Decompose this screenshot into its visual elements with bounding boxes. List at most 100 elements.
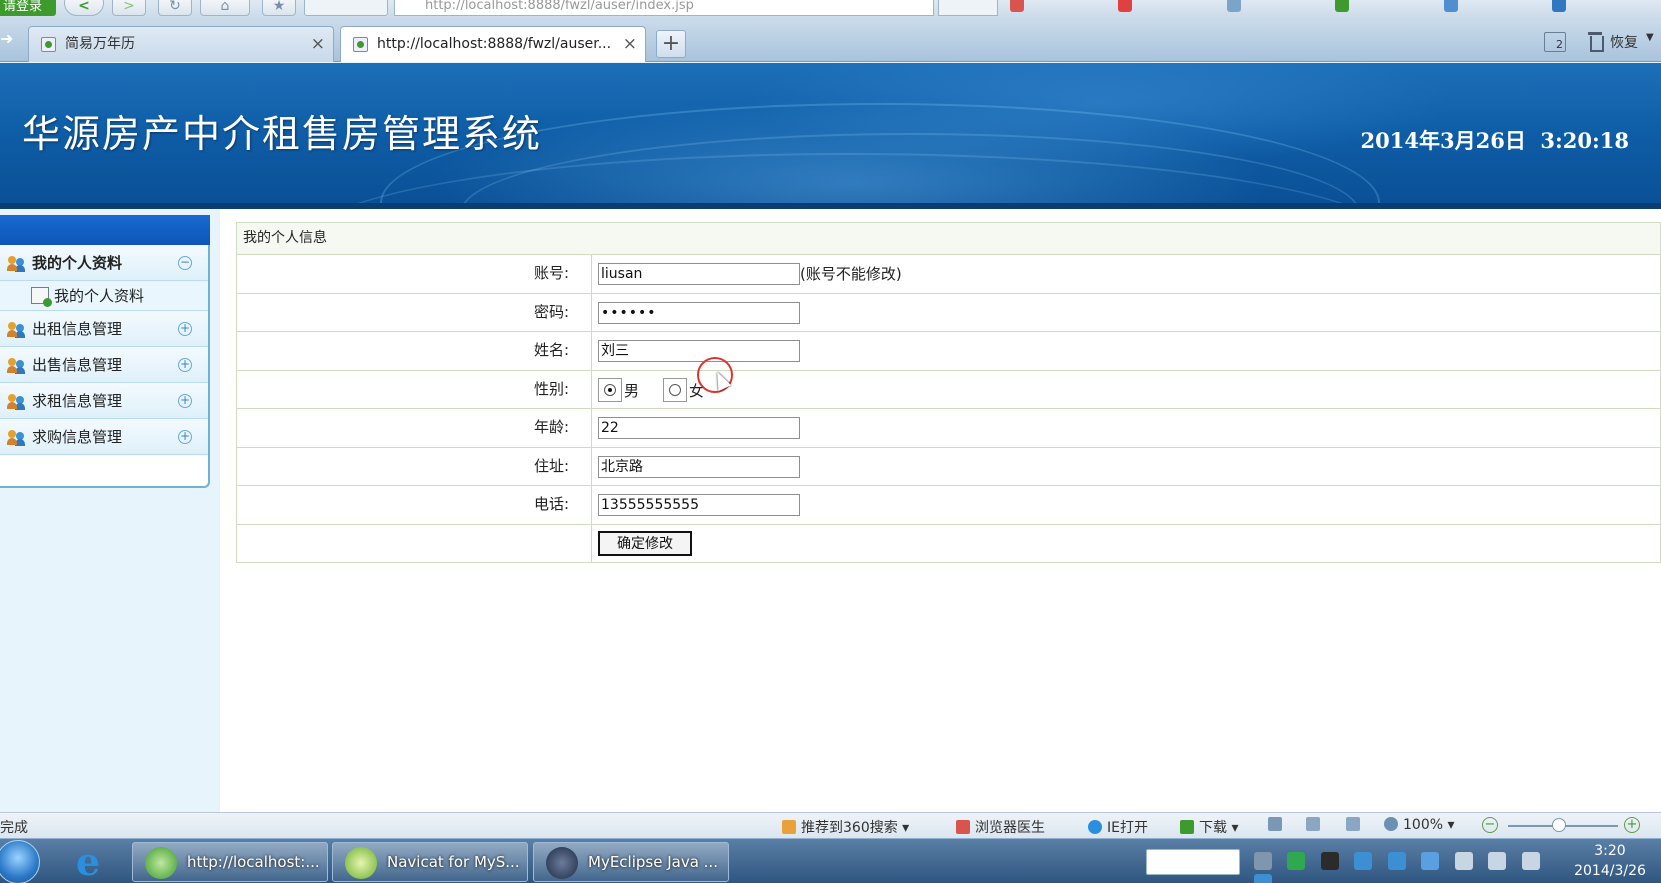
extension-icon[interactable]	[1010, 0, 1024, 12]
expand-icon[interactable]: +	[178, 358, 192, 372]
tray-search-box[interactable]	[1146, 849, 1240, 875]
tray-app-icon[interactable]	[1387, 852, 1406, 870]
ie-open-button[interactable]: IE打开	[1088, 817, 1148, 837]
account-field[interactable]: liusan	[598, 263, 800, 285]
speaker-icon[interactable]	[1346, 817, 1365, 833]
login-button[interactable]: 请登录	[0, 0, 56, 16]
closed-tabs-counter[interactable]: 2	[1544, 32, 1566, 52]
window-icon[interactable]	[1268, 817, 1287, 833]
extension-icon[interactable]	[1443, 0, 1458, 12]
start-button[interactable]	[0, 840, 40, 883]
home-icon: ⌂	[220, 0, 230, 14]
sidebar-group-rent-wanted[interactable]: 求租信息管理 +	[0, 383, 208, 419]
shield-icon[interactable]	[1306, 817, 1325, 833]
age-label: 年龄:	[237, 409, 592, 447]
recommend-360-label: 推荐到360搜索	[801, 820, 898, 836]
tray-app-icon[interactable]	[1254, 874, 1272, 883]
trash-icon[interactable]	[1586, 30, 1604, 52]
expand-icon[interactable]: +	[178, 394, 192, 408]
tab-calendar[interactable]: 简易万年历 ×	[28, 26, 334, 62]
close-icon[interactable]: ×	[623, 27, 637, 61]
sidebar-group-sale[interactable]: 出售信息管理 +	[0, 347, 208, 383]
gender-male-radio[interactable]	[598, 377, 622, 402]
refresh-button[interactable]: ↻	[158, 0, 192, 16]
sidebar-item-my-profile[interactable]: 我的个人资料	[0, 281, 208, 311]
refresh-icon: ↻	[169, 0, 181, 14]
expand-icon[interactable]: +	[178, 430, 192, 444]
zoom-in-button[interactable]: +	[1624, 817, 1640, 833]
download-label: 下载	[1199, 820, 1227, 836]
download-arrow-icon	[1180, 820, 1194, 834]
first-aid-icon	[956, 820, 970, 834]
favorites-button[interactable]: ★	[262, 0, 296, 16]
form-caption: 我的个人信息	[236, 222, 1661, 255]
collapse-icon[interactable]: −	[178, 256, 192, 270]
browser-status-bar: 完成 推荐到360搜索 ▾ 浏览器医生 IE打开 下载 ▾ 100% ▾ − +	[0, 812, 1661, 838]
users-icon	[7, 430, 25, 446]
tab-localhost[interactable]: http://localhost:8888/fwzl/auser... ×	[340, 26, 646, 62]
tab-title: http://localhost:8888/fwzl/auser...	[377, 36, 612, 52]
sidebar-item-label: 我的个人资料	[54, 287, 145, 305]
tray-app-icon[interactable]	[1354, 852, 1373, 870]
back-button[interactable]: <	[64, 0, 104, 16]
expand-icon[interactable]: +	[178, 322, 192, 336]
confirm-modify-button[interactable]: 确定修改	[598, 530, 692, 556]
volume-icon[interactable]	[1454, 852, 1473, 870]
zoom-out-button[interactable]: −	[1482, 817, 1498, 833]
forward-arrow-icon: >	[123, 0, 135, 14]
status-text: 完成	[0, 820, 28, 836]
users-icon	[7, 394, 25, 410]
address-field[interactable]: 北京路	[598, 455, 800, 478]
extension-icon[interactable]	[1118, 0, 1133, 12]
taskbar-item-myeclipse[interactable]: MyEclipse Java ...	[533, 842, 729, 882]
zoom-level[interactable]: 100% ▾	[1384, 817, 1455, 833]
taskbar-item-navicat[interactable]: Navicat for MyS...	[332, 842, 528, 882]
restore-button[interactable]: 恢复	[1610, 32, 1638, 52]
password-field[interactable]: ••••••	[598, 301, 800, 324]
sidebar-group-buy-wanted[interactable]: 求购信息管理 +	[0, 419, 208, 455]
tray-app-icon[interactable]	[1287, 852, 1306, 870]
forward-button[interactable]: >	[112, 0, 146, 16]
shield-icon[interactable]	[1421, 852, 1440, 870]
extension-icon[interactable]	[1335, 0, 1350, 12]
taskbar-clock[interactable]: 3:20 2014/3/26	[1570, 841, 1650, 881]
recommend-360-button[interactable]: 推荐到360搜索 ▾	[782, 817, 909, 837]
navicat-icon	[345, 847, 377, 879]
users-icon	[7, 358, 25, 374]
address-bar[interactable]: http://localhost:8888/fwzl/auser/index.j…	[394, 0, 934, 16]
extension-icon[interactable]	[1552, 0, 1567, 12]
tray-app-icon[interactable]	[1320, 852, 1339, 870]
tab-scroll-arrow-icon[interactable]: ➜	[0, 30, 18, 48]
keyboard-icon[interactable]	[1254, 852, 1272, 870]
internet-explorer-icon[interactable]	[72, 839, 110, 883]
zoom-slider-handle[interactable]	[1552, 818, 1566, 832]
new-tab-button[interactable]: +	[656, 30, 686, 58]
zoom-value: 100%	[1403, 817, 1444, 833]
network-icon[interactable]	[1488, 852, 1507, 870]
taskbar-item-browser[interactable]: http://localhost:...	[132, 842, 328, 882]
sidebar-group-rent-out[interactable]: 出租信息管理 +	[0, 311, 208, 347]
name-field[interactable]: 刘三	[598, 340, 800, 362]
address-dropdown-button[interactable]	[938, 0, 998, 16]
sidebar: 我的个人资料 − 我的个人资料 出租信息管理 + 出售信息管理 + 求租信息管理…	[0, 209, 220, 812]
browser-doctor-button[interactable]: 浏览器医生	[956, 817, 1045, 837]
taskbar-item-label: MyEclipse Java ...	[588, 853, 718, 871]
main-content: 我的个人信息 账号: liusan (账号不能修改) 密码: •••••• 姓名…	[220, 209, 1661, 812]
form-row-account: 账号: liusan (账号不能修改)	[236, 255, 1661, 294]
name-label: 姓名:	[237, 332, 592, 370]
website-button[interactable]	[304, 0, 388, 16]
close-icon[interactable]: ×	[311, 27, 325, 61]
sidebar-group-label: 求购信息管理	[32, 428, 123, 446]
tab-strip: ➜ 简易万年历 × http://localhost:8888/fwzl/aus…	[0, 20, 1661, 62]
gender-female-radio[interactable]	[663, 377, 687, 402]
home-button[interactable]: ⌂	[200, 0, 250, 16]
sidebar-group-label: 出租信息管理	[32, 320, 123, 338]
phone-field[interactable]: 13555555555	[598, 494, 800, 516]
sidebar-group-profile[interactable]: 我的个人资料 −	[0, 245, 208, 281]
age-field[interactable]: 22	[598, 417, 800, 439]
users-icon	[7, 322, 25, 338]
chevron-down-icon[interactable]: ▼	[1646, 32, 1654, 43]
power-icon[interactable]	[1521, 852, 1540, 870]
extension-icon[interactable]	[1226, 0, 1241, 12]
download-button[interactable]: 下载 ▾	[1180, 817, 1238, 837]
